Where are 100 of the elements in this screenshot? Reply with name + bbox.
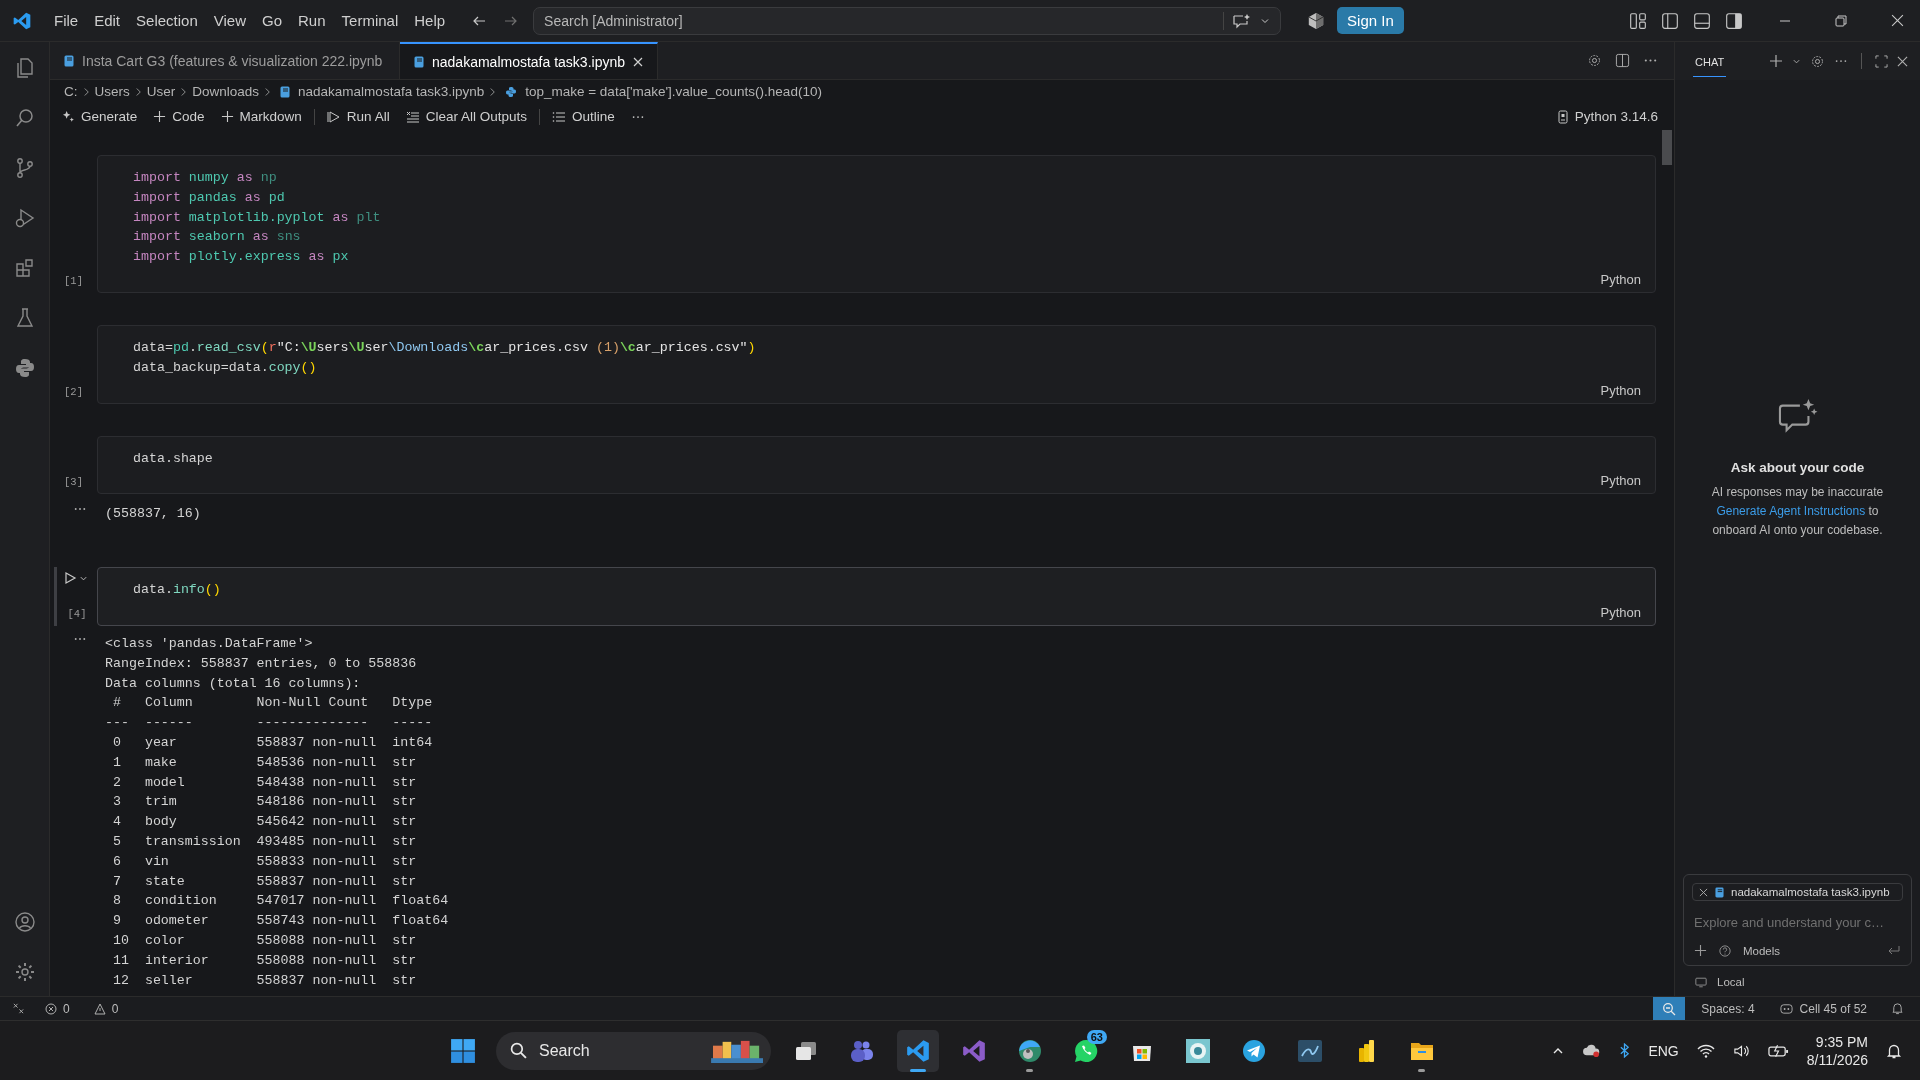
warning-icon[interactable] (93, 1002, 106, 1015)
output-line: # Column Non-Null Count Dtype (111, 694, 434, 713)
breadcrumb-item[interactable]: C: (64, 84, 78, 99)
menu-item[interactable]: View (205, 8, 254, 33)
output-line: <class 'pandas.DataFrame'> (105, 634, 314, 653)
sidebar-right-icon[interactable] (1725, 11, 1743, 30)
enter-icon[interactable] (1887, 944, 1901, 957)
hexagon-logo-icon[interactable] (1307, 11, 1326, 30)
restore-icon[interactable] (1835, 14, 1847, 27)
cell-language[interactable]: Python (1600, 604, 1641, 620)
warning-count[interactable]: 0 (111, 1001, 119, 1016)
layout-grid-icon[interactable] (1629, 11, 1647, 30)
kernel-picker[interactable]: Python 3.14.6 (1556, 109, 1658, 124)
search-icon (510, 1042, 527, 1059)
menu-item[interactable]: File (46, 8, 87, 33)
output-line: 8 condition 547017 non-null float64 (111, 892, 450, 911)
code-cell[interactable]: import numpy as np import pandas as pd import matplotlib.pyplot as plt import seaborn as sns import plotly.express as px Python (97, 155, 1656, 293)
settings-icon[interactable] (1810, 53, 1825, 69)
monitor-icon (1695, 976, 1707, 988)
code-cell[interactable]: data.shape Python (97, 435, 1656, 495)
sign-in-button[interactable]: Sign In (1337, 7, 1404, 34)
cell-language[interactable]: Python (1600, 272, 1641, 287)
breadcrumb-item[interactable]: Downloads (192, 84, 260, 99)
plus-icon[interactable] (1694, 944, 1707, 957)
menu-item[interactable]: Edit (86, 8, 129, 33)
toolbar-button[interactable]: Generate (62, 109, 138, 124)
bell-icon[interactable] (1891, 1002, 1904, 1015)
breadcrumb-item[interactable]: Users (94, 84, 130, 99)
menu-item[interactable]: Run (290, 8, 334, 33)
windows-logo-icon[interactable] (450, 1037, 476, 1064)
clock[interactable]: 9:35 PM 8/11/2026 (1806, 1032, 1868, 1069)
toolbar-button[interactable]: Markdown (220, 109, 302, 124)
toolbar-button[interactable]: Code (153, 109, 205, 124)
chevron-right-icon (264, 86, 272, 97)
breadcrumb-item[interactable]: top_make = data['make'].value_counts().head(10) (501, 84, 822, 99)
code-cell[interactable]: data.info() Python (97, 567, 1656, 626)
menu-item[interactable]: Help (406, 8, 454, 33)
close-icon[interactable] (1891, 14, 1904, 27)
chat-text-field[interactable]: Explore and understand your c… (1692, 911, 1903, 934)
taskbar-search[interactable]: Search (496, 1031, 771, 1070)
cell-position[interactable]: Cell 45 of 52 (1799, 1001, 1867, 1016)
chat-input-box[interactable]: nadakamalmostafa task3.ipynb Explore and understand your c… Models (1683, 874, 1912, 966)
maximize-icon[interactable] (1875, 54, 1888, 68)
agent-instructions-link[interactable]: Generate Agent Instructions (1716, 504, 1866, 518)
code-line: data.shape (133, 449, 214, 468)
input-language[interactable]: ENG (1648, 1042, 1679, 1059)
toolbar-button[interactable]: Run All (326, 109, 390, 124)
menu-item[interactable]: Terminal (333, 8, 407, 33)
python-logo-icon (505, 85, 518, 98)
robot-icon[interactable] (1778, 1002, 1794, 1015)
plus-icon[interactable] (1769, 54, 1783, 68)
close-icon[interactable] (1699, 887, 1708, 897)
taskbar-button[interactable] (897, 1029, 939, 1072)
output-line: RangeIndex: 558837 entries, 0 to 558836 (105, 654, 418, 673)
notification-bell-icon[interactable] (1886, 1042, 1902, 1059)
search-field[interactable]: Search [Administrator] (533, 6, 1282, 35)
breadcrumb-item[interactable]: nadakamalmostafa task3.ipynb (276, 84, 485, 99)
search-placeholder: Search [Administrator] (544, 12, 684, 29)
sidebar-left-icon[interactable] (1661, 11, 1679, 30)
editor-tab[interactable]: nadakamalmostafa task3.ipynb (400, 42, 658, 79)
scrollbar-thumb[interactable] (1662, 130, 1672, 165)
help-icon[interactable] (1719, 944, 1731, 957)
toolbar-button[interactable]: Clear All Outputs (405, 109, 527, 124)
cell-language[interactable]: Python (1600, 382, 1641, 398)
close-icon[interactable] (633, 56, 643, 67)
code-cell[interactable]: data=pd.read_csv(r"C:\Users\User\Downloads\car_prices.csv (1)\car_prices.csv") data_backup=data.copy() Python (97, 325, 1656, 404)
output-line: 9 odometer 558743 non-null float64 (111, 912, 450, 931)
output-line: 11 interior 558088 non-null str (111, 951, 418, 970)
zoom-button[interactable] (1653, 996, 1686, 1021)
split-editor-icon[interactable] (1615, 53, 1630, 68)
account-icon[interactable] (12, 910, 37, 934)
remote-icon[interactable] (12, 1002, 25, 1015)
taskbar-button[interactable]: 63 (1065, 1029, 1107, 1072)
code-line: import numpy as np (133, 169, 278, 187)
battery-icon[interactable] (1767, 1043, 1789, 1058)
speaker-icon[interactable] (1732, 1043, 1750, 1058)
cloud-icon[interactable] (1582, 1043, 1602, 1058)
plus-icon (220, 110, 234, 123)
chat-tab[interactable]: CHAT (1693, 45, 1727, 77)
models-button[interactable]: Models (1743, 944, 1781, 957)
bluetooth-icon[interactable] (1619, 1043, 1631, 1058)
menu-item[interactable]: Go (254, 8, 290, 33)
close-icon[interactable] (1897, 55, 1908, 67)
menu-item[interactable]: Selection (128, 8, 206, 33)
panel-bottom-icon[interactable] (1693, 11, 1711, 30)
error-count[interactable]: 0 (63, 1001, 70, 1016)
settings-icon[interactable] (1587, 53, 1602, 68)
more-icon[interactable] (74, 507, 86, 512)
attachment-chip[interactable]: nadakamalmostafa task3.ipynb (1692, 883, 1903, 901)
play-icon[interactable] (63, 571, 77, 586)
local-button[interactable]: Local (1675, 966, 1920, 996)
wifi-icon[interactable] (1696, 1043, 1715, 1058)
error-icon[interactable] (45, 1002, 57, 1015)
code-line: import matplotlib.pyplot as plt (133, 208, 382, 227)
toolbar-button[interactable]: Outline (551, 109, 615, 124)
indentation-status[interactable]: Spaces: 4 (1701, 1001, 1755, 1016)
output-line: 1 make 548536 non-null str (111, 753, 418, 772)
more-icon[interactable] (74, 636, 86, 641)
cell-language[interactable]: Python (1600, 473, 1641, 489)
breadcrumb-item[interactable]: User (146, 84, 176, 99)
